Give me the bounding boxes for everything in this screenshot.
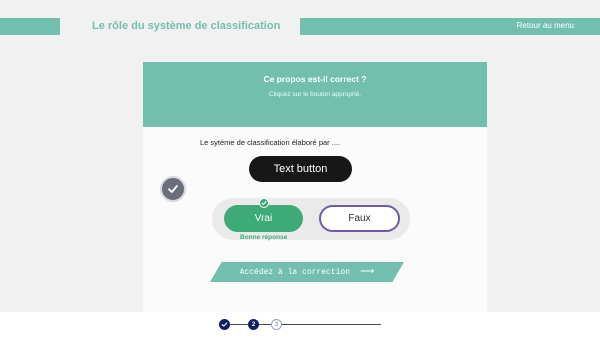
quiz-card-header: Ce propos est-il correct ? Cliquez sur l… <box>143 62 487 127</box>
back-to-menu-link[interactable]: Retour au menu <box>517 21 574 30</box>
progress-step-1[interactable] <box>219 319 230 330</box>
true-button[interactable]: Vrai <box>224 205 303 232</box>
page-title: Le rôle du système de classification <box>92 20 281 32</box>
step-check-icon <box>221 322 228 327</box>
answer-feedback: Bonne réponse <box>240 234 288 241</box>
question-title: Ce propos est-il correct ? <box>263 74 367 84</box>
progress-step-2[interactable]: 2 <box>248 319 259 330</box>
question-statement: Le sytème de classification élaboré par … <box>200 138 341 147</box>
go-to-correction-button[interactable]: Accédez à la correction ⟶ <box>210 262 404 282</box>
correction-label: Accédez à la correction <box>239 267 351 277</box>
answered-check-icon <box>160 176 186 202</box>
footer <box>0 312 600 338</box>
text-button[interactable]: Text button <box>249 156 352 182</box>
header-band-left <box>0 18 60 35</box>
selected-check-icon <box>259 198 269 208</box>
progress-step-3[interactable]: 3 <box>271 319 282 330</box>
checkmark-icon <box>168 185 178 193</box>
question-instruction: Cliquez sur le bouton approprié. <box>268 91 362 98</box>
arrow-right-icon: ⟶ <box>360 266 375 277</box>
false-button[interactable]: Faux <box>319 205 400 232</box>
small-checkmark-icon <box>261 201 267 206</box>
